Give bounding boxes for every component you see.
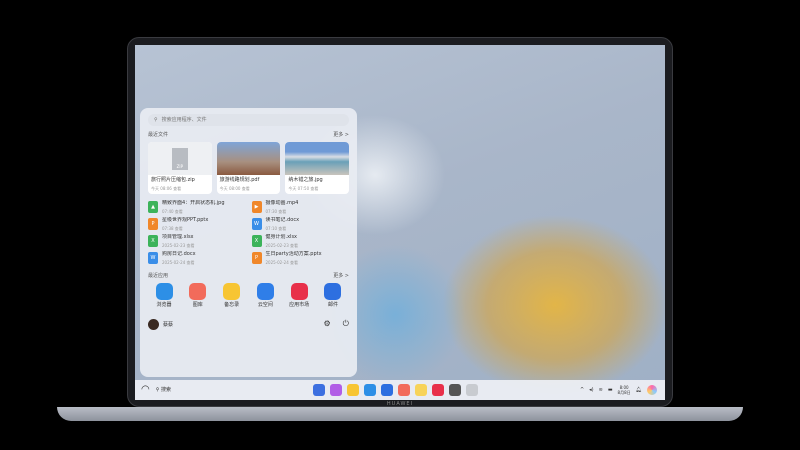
wifi-icon[interactable]: ≋ xyxy=(599,387,603,394)
desktop: ⚲ 搜索应用程序、文件 最近文件 更多 > ZIP 旅行照片压缩包.zip 今天 08:… xyxy=(135,45,665,400)
assistant-icon[interactable] xyxy=(647,385,657,395)
dock-trash-icon[interactable] xyxy=(466,384,478,396)
search-icon: ⚲ xyxy=(154,116,158,123)
volume-icon[interactable]: ◂) xyxy=(589,387,593,394)
brand-logo: HUAWEI xyxy=(386,401,414,407)
power-icon[interactable]: ⏻ xyxy=(343,319,349,328)
app-tile[interactable]: 邮件 xyxy=(320,283,346,309)
dock-gallery-icon[interactable] xyxy=(398,384,410,396)
app-icon xyxy=(256,283,274,300)
more-apps-link[interactable]: 更多 > xyxy=(333,273,349,280)
file-list-item[interactable]: ▶ 摄像动画.mp4 07:30 查看 xyxy=(251,200,350,214)
video-file-icon: ▶ xyxy=(251,201,262,213)
laptop-base xyxy=(57,407,743,421)
user-account[interactable]: 蔡蔡 xyxy=(148,319,173,330)
dock-files-icon[interactable] xyxy=(330,384,342,396)
start-button[interactable]: ◠ xyxy=(141,384,150,396)
more-files-link[interactable]: 更多 > xyxy=(333,132,349,139)
file-list-item[interactable]: W 购房日记.docx 2025-02-24 查看 xyxy=(148,251,246,265)
settings-icon[interactable]: ⚙ xyxy=(324,319,331,328)
notification-icon[interactable]: 🔔︎ xyxy=(636,387,642,394)
dock-browser-icon[interactable] xyxy=(364,384,376,396)
section-title: 最近文件 xyxy=(148,132,169,138)
recent-file-card[interactable]: 旅游线路规划.pdf 今天 08:00 查看 xyxy=(216,142,281,194)
ppt-file-icon: P xyxy=(148,218,158,230)
file-list-item[interactable]: X 项目管理.xlsx 2025-02-23 查看 xyxy=(148,234,246,248)
zip-icon: ZIP xyxy=(171,147,188,170)
app-tile[interactable]: 云空间 xyxy=(252,283,278,309)
img-file-icon: ▲ xyxy=(148,201,158,213)
app-icon xyxy=(155,283,173,300)
clock[interactable]: 8:00 8月8日 xyxy=(618,385,631,395)
file-list-item[interactable]: W 读书笔记.docx 07:10 查看 xyxy=(251,217,350,231)
doc-file-icon: W xyxy=(251,218,262,230)
battery-icon[interactable]: ▬ xyxy=(608,387,613,394)
xls-file-icon: X xyxy=(251,235,262,247)
dock-settings-icon[interactable] xyxy=(449,384,461,396)
file-list-item[interactable]: X 健身计划.xlsx 2025-02-23 查看 xyxy=(251,234,350,248)
image-thumbnail xyxy=(285,142,350,175)
dock-appgallery-icon[interactable] xyxy=(432,384,444,396)
app-tile[interactable]: 图库 xyxy=(185,283,211,309)
app-tile[interactable]: 应用市场 xyxy=(286,283,312,309)
taskbar: ◠ ⚲ 搜索 ^ ◂) ≋ ▬ 8:00 8月8日 🔔︎ xyxy=(135,380,665,400)
start-menu: ⚲ 搜索应用程序、文件 最近文件 更多 > ZIP 旅行照片压缩包.zip 今天 08:… xyxy=(140,108,357,377)
file-list-item[interactable]: P 生日party活动方案.pptx 2025-02-24 查看 xyxy=(251,251,350,265)
ppt-file-icon: P xyxy=(251,252,262,264)
recent-file-card[interactable]: 纳木错之旅.jpg 今天 07:50 查看 xyxy=(285,142,350,194)
app-icon xyxy=(223,283,241,300)
avatar xyxy=(148,319,159,330)
app-icon xyxy=(290,283,308,300)
dock-mail-icon[interactable] xyxy=(381,384,393,396)
image-thumbnail xyxy=(216,142,281,175)
app-tile[interactable]: 浏览器 xyxy=(151,283,177,309)
dock-notes-icon[interactable] xyxy=(415,384,427,396)
search-input[interactable]: ⚲ 搜索应用程序、文件 xyxy=(148,114,349,126)
file-list-item[interactable]: P 星级世界观PPT.pptx 07:38 查看 xyxy=(148,217,246,231)
recent-file-card[interactable]: ZIP 旅行照片压缩包.zip 今天 08:06 查看 xyxy=(148,142,212,194)
chevron-up-icon[interactable]: ^ xyxy=(580,387,584,394)
app-icon xyxy=(324,283,342,300)
dock-start-icon[interactable] xyxy=(313,384,325,396)
app-tile[interactable]: 备忘录 xyxy=(219,283,245,309)
taskbar-search[interactable]: ⚲ 搜索 xyxy=(156,387,171,394)
dock-memo-icon[interactable] xyxy=(347,384,359,396)
file-list-item[interactable]: ▲ 精致界面4：开启状态机.jpg 07:40 查看 xyxy=(148,200,246,214)
xls-file-icon: X xyxy=(148,235,158,247)
doc-file-icon: W xyxy=(148,252,158,264)
section-title: 最近应用 xyxy=(148,273,169,279)
app-icon xyxy=(189,283,207,300)
system-tray: ^ ◂) ≋ ▬ 8:00 8月8日 🔔︎ xyxy=(580,383,657,397)
